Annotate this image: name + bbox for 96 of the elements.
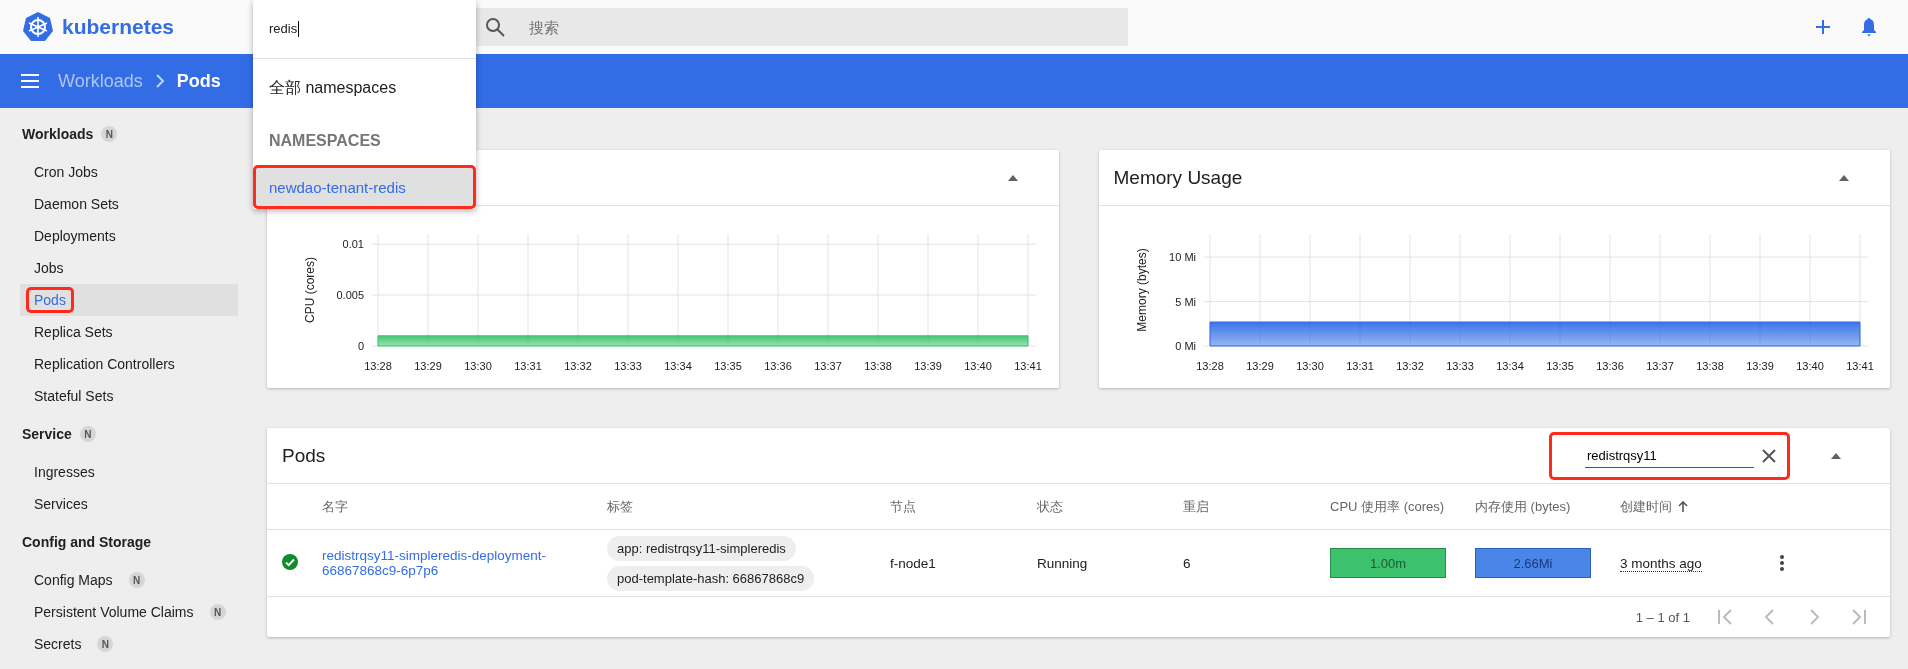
x-tick-label: 13:41: [1845, 360, 1874, 372]
cpu-usage-meter: 1.00m: [1330, 548, 1446, 578]
table-cell: 6: [1183, 555, 1191, 571]
dropdown-heading: NAMESPACES: [268, 131, 382, 151]
kubernetes-wheel-logo-icon: [22, 11, 54, 43]
x-tick-label: 13:29: [1245, 360, 1274, 372]
sidebar-item[interactable]: Services: [26, 491, 96, 517]
pod-name-link[interactable]: redistrqsy11-simpleredis-deployment-66867868c9-6p7p6: [322, 548, 572, 578]
x-tick-label: 13:41: [1014, 360, 1042, 372]
x-tick-label: 13:31: [514, 360, 542, 372]
notifications-bell-icon[interactable]: [1860, 17, 1878, 37]
namespaced-badge: N: [79, 426, 96, 442]
sort-arrow-up-icon[interactable]: [1678, 500, 1688, 513]
card-title: Pods: [282, 444, 326, 467]
x-tick-label: 13:31: [1345, 360, 1374, 372]
y-axis-title: CPU (cores): [303, 257, 317, 323]
menu-icon[interactable]: [20, 73, 40, 89]
memory-usage-meter: 2.66Mi: [1475, 548, 1591, 578]
collapse-caret-icon[interactable]: [1006, 173, 1019, 182]
namespaced-badge: N: [128, 572, 145, 588]
x-tick-label: 13:34: [1495, 360, 1524, 372]
label-chip: app: redistrqsy11-simpleredis: [607, 535, 796, 561]
x-tick-label: 13:35: [714, 360, 742, 372]
collapse-caret-icon[interactable]: [1838, 173, 1850, 182]
sidebar-item[interactable]: Cron Jobs: [26, 159, 106, 185]
column-header: 创建时间: [1620, 497, 1672, 516]
sidebar-item[interactable]: Deployments: [26, 223, 124, 249]
x-tick-label: 13:36: [764, 360, 792, 372]
create-button[interactable]: [1814, 18, 1832, 36]
x-tick-label: 13:37: [814, 360, 842, 372]
y-tick-label: 0.01: [342, 238, 364, 251]
x-tick-label: 13:33: [1445, 360, 1474, 372]
namespace-search-field[interactable]: redis: [253, 0, 476, 59]
breadcrumb: Pods: [176, 70, 221, 92]
label-chip: pod-template-hash: 66867868c9: [607, 565, 815, 591]
x-tick-label: 13:38: [1695, 360, 1724, 372]
x-tick-label: 13:37: [1645, 360, 1674, 372]
sidebar-item[interactable]: Ingresses: [26, 459, 103, 485]
x-tick-label: 13:39: [914, 360, 942, 372]
card-title: Memory Usage: [1113, 166, 1243, 189]
sidebar-item[interactable]: Secrets: [26, 631, 90, 657]
search-icon: [485, 17, 505, 37]
logo-text: kubernetes: [62, 15, 175, 39]
sidebar-section-title[interactable]: Config and Storage: [22, 534, 152, 550]
y-axis-title: Memory (bytes): [1134, 248, 1149, 332]
x-tick-label: 13:38: [864, 360, 892, 372]
sidebar-item[interactable]: Stateful Sets: [26, 383, 122, 409]
y-tick-label: 0 Mi: [1174, 340, 1196, 352]
column-header: CPU 使用率 (cores): [1330, 497, 1445, 516]
x-tick-label: 13:32: [1395, 360, 1424, 372]
column-header: 重启: [1183, 497, 1209, 516]
x-tick-label: 13:30: [464, 360, 492, 372]
pagination-range: 1 – 1 of 1: [1635, 609, 1690, 625]
column-header: 状态: [1037, 497, 1063, 516]
x-tick-label: 13:36: [1595, 360, 1624, 372]
x-tick-label: 13:28: [364, 360, 392, 372]
sidebar-item[interactable]: Config Maps: [26, 567, 121, 593]
sidebar-section-title[interactable]: Workloads: [22, 126, 94, 142]
namespaced-badge: N: [97, 636, 114, 652]
sidebar-item-selected[interactable]: Pods: [20, 284, 238, 316]
x-tick-label: 13:40: [1795, 360, 1824, 372]
x-tick-label: 13:30: [1295, 360, 1324, 372]
namespaced-badge: N: [209, 604, 226, 620]
x-tick-label: 13:29: [414, 360, 442, 372]
sidebar-item[interactable]: Persistent Volume Claims: [26, 599, 202, 625]
column-header: 内存使用 (bytes): [1475, 497, 1571, 516]
sidebar-item[interactable]: Replication Controllers: [26, 351, 183, 377]
column-header: 标签: [607, 497, 633, 516]
column-header: 节点: [890, 497, 916, 516]
highlight-frame: Pods: [26, 287, 74, 313]
sidebar-item[interactable]: Jobs: [26, 255, 72, 281]
column-header: 名字: [322, 497, 348, 516]
x-tick-label: 13:32: [564, 360, 592, 372]
x-tick-label: 13:40: [964, 360, 992, 372]
x-tick-label: 13:33: [614, 360, 642, 372]
namespaced-badge: N: [101, 126, 118, 142]
sidebar-item[interactable]: Daemon Sets: [26, 191, 127, 217]
table-cell: 3 months ago: [1620, 555, 1702, 572]
chevron-right-icon: [154, 73, 165, 89]
x-tick-label: 13:39: [1745, 360, 1774, 372]
x-tick-label: 13:28: [1195, 360, 1224, 372]
x-tick-label: 13:34: [664, 360, 692, 372]
x-tick-label: 13:35: [1545, 360, 1574, 372]
y-tick-label: 0: [357, 340, 364, 352]
namespace-option[interactable]: newdao-tenant-redis: [253, 165, 476, 209]
table-cell: Running: [1037, 555, 1088, 571]
collapse-caret-icon[interactable]: [1830, 451, 1842, 460]
namespace-option[interactable]: 全部 namespaces: [253, 59, 476, 117]
y-tick-label: 10 Mi: [1168, 251, 1196, 264]
more-vert-icon[interactable]: [1780, 555, 1784, 571]
table-cell: f-node1: [890, 555, 936, 571]
y-tick-label: 0.005: [336, 289, 364, 302]
close-icon[interactable]: [1762, 448, 1776, 463]
sidebar-item[interactable]: Replica Sets: [26, 319, 121, 345]
sidebar-section-title[interactable]: Service: [22, 426, 72, 442]
y-tick-label: 5 Mi: [1174, 295, 1196, 308]
